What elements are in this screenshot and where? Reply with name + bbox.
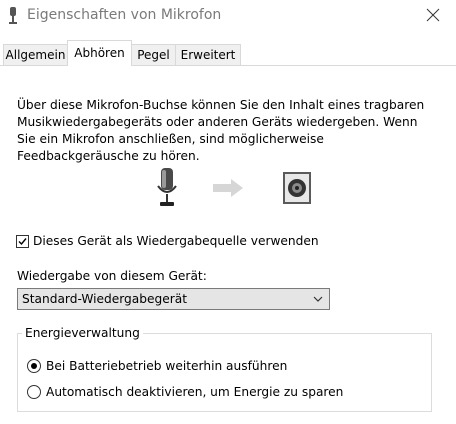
listen-diagram [155,164,335,214]
tab-strip: Allgemein Abhören Pegel Erweitert [0,40,456,66]
radio-label: Bei Batteriebetrieb weiterhin ausführen [46,359,288,373]
radio-button[interactable] [27,385,41,399]
playback-device-select[interactable]: Standard-Wiedergabegerät [17,288,330,310]
checkbox-label: Dieses Gerät als Wiedergabequelle verwen… [33,234,319,248]
window-title: Eigenschaften von Mikrofon [27,7,222,23]
radio-label: Automatisch deaktivieren, um Energie zu … [46,385,344,399]
tab-erweitert[interactable]: Erweitert [175,44,241,65]
radio-auto-disable[interactable]: Automatisch deaktivieren, um Energie zu … [27,385,343,399]
playback-device-label: Wiedergabe von diesem Gerät: [17,269,207,283]
radio-button[interactable] [27,359,41,373]
tab-panel: Über diese Mikrofon-Buchse können Sie de… [0,65,456,424]
speaker-icon [283,172,311,204]
tab-allgemein[interactable]: Allgemein [3,44,68,65]
radio-keep-running[interactable]: Bei Batteriebetrieb weiterhin ausführen [27,359,287,373]
playback-device-value: Standard-Wiedergabegerät [22,292,187,306]
checkmark-icon [18,237,27,245]
close-button[interactable] [410,0,456,30]
title-bar: Eigenschaften von Mikrofon [0,0,456,32]
microphone-icon [9,7,17,24]
power-management-title: Energieverwaltung [22,326,143,340]
chevron-down-icon [313,296,323,302]
description-text: Über diese Mikrofon-Buchse können Sie de… [17,98,425,163]
use-as-playback-checkbox[interactable]: Dieses Gerät als Wiedergabequelle verwen… [16,234,319,248]
arrow-right-icon [213,179,243,197]
tab-pegel[interactable]: Pegel [131,44,176,65]
checkbox-box[interactable] [16,234,29,248]
microphone-icon [157,168,177,206]
tab-abhoeren[interactable]: Abhören [67,40,132,66]
close-icon [426,8,440,22]
